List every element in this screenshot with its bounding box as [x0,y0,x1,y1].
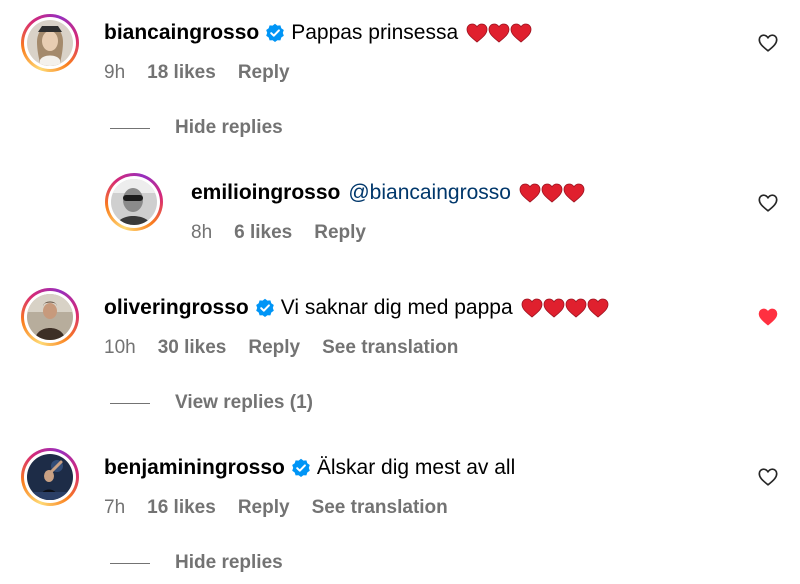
red-heart-emoji-icon [565,298,587,318]
avatar-photo [27,294,73,340]
heart-outline-icon [758,194,778,212]
hearts-emoji-group [466,23,532,43]
divider-line [110,402,150,404]
red-heart-emoji-icon [587,298,609,318]
comment-line-oliveringrosso: oliveringrosso Vi saknar dig med pappa [104,295,609,321]
see-translation-button[interactable]: See translation [322,337,458,358]
red-heart-emoji-icon [488,23,510,43]
username[interactable]: benjaminingrosso [104,455,285,481]
username[interactable]: emilioingrosso [191,180,340,206]
red-heart-emoji-icon [521,298,543,318]
red-heart-emoji-icon [466,23,488,43]
like-button[interactable] [757,32,779,54]
heart-outline-icon [758,468,778,486]
likes-count[interactable]: 6 likes [234,222,292,243]
avatar-photo [27,20,73,66]
comment-line-benjaminingrosso: benjaminingrosso Älskar dig mest av all [104,455,515,481]
red-heart-emoji-icon [510,23,532,43]
heart-outline-icon [758,34,778,52]
timestamp[interactable]: 9h [104,62,125,83]
reply-button[interactable]: Reply [248,337,300,358]
reply-button[interactable]: Reply [314,222,366,243]
comment-meta: 8h 6 likes Reply [191,221,388,245]
hide-replies-button[interactable]: Hide replies [110,116,283,140]
see-translation-button[interactable]: See translation [312,497,448,518]
mention-link[interactable]: @biancaingrosso [348,180,511,206]
divider-line [110,127,150,129]
reply-button[interactable]: Reply [238,497,290,518]
hide-replies-button[interactable]: Hide replies [110,551,283,575]
red-heart-emoji-icon [543,298,565,318]
hearts-emoji-group [519,183,585,203]
comment-line-biancaingrosso: biancaingrosso Pappas prinsessa [104,20,532,46]
reply-button[interactable]: Reply [238,62,290,83]
username[interactable]: biancaingrosso [104,20,259,46]
comment-meta: 10h 30 likes Reply See translation [104,336,480,360]
comment-text: Pappas prinsessa [291,21,459,44]
divider-line [110,562,150,564]
comment-text: Älskar dig mest av all [316,456,516,479]
like-button[interactable] [757,306,779,328]
avatar-photo [27,454,73,500]
red-heart-emoji-icon [541,183,563,203]
likes-count[interactable]: 18 likes [147,62,216,83]
replies-toggle-label: View replies (1) [175,392,313,413]
comment-meta: 9h 18 likes Reply [104,61,312,85]
avatar-emilioingrosso[interactable] [105,173,163,231]
red-heart-emoji-icon [563,183,585,203]
timestamp[interactable]: 8h [191,222,212,243]
timestamp[interactable]: 10h [104,337,136,358]
verified-badge-icon [265,23,285,43]
verified-badge-icon [255,298,275,318]
verified-badge-icon [291,458,311,478]
like-button[interactable] [757,466,779,488]
replies-toggle-label: Hide replies [175,117,283,138]
avatar-oliveringrosso[interactable] [21,288,79,346]
red-heart-emoji-icon [519,183,541,203]
comment-meta: 7h 16 likes Reply See translation [104,496,470,520]
heart-filled-icon [758,308,778,326]
timestamp[interactable]: 7h [104,497,125,518]
comment-text: Vi saknar dig med pappa [280,296,513,319]
avatar-benjaminingrosso[interactable] [21,448,79,506]
like-button[interactable] [757,192,779,214]
likes-count[interactable]: 16 likes [147,497,216,518]
avatar-biancaingrosso[interactable] [21,14,79,72]
username[interactable]: oliveringrosso [104,295,249,321]
replies-toggle-label: Hide replies [175,552,283,573]
likes-count[interactable]: 30 likes [158,337,227,358]
hearts-emoji-group [521,298,609,318]
comment-line-emilioingrosso: emilioingrosso @biancaingrosso [191,180,585,206]
avatar-photo [111,179,157,225]
view-replies-button[interactable]: View replies (1) [110,391,313,415]
